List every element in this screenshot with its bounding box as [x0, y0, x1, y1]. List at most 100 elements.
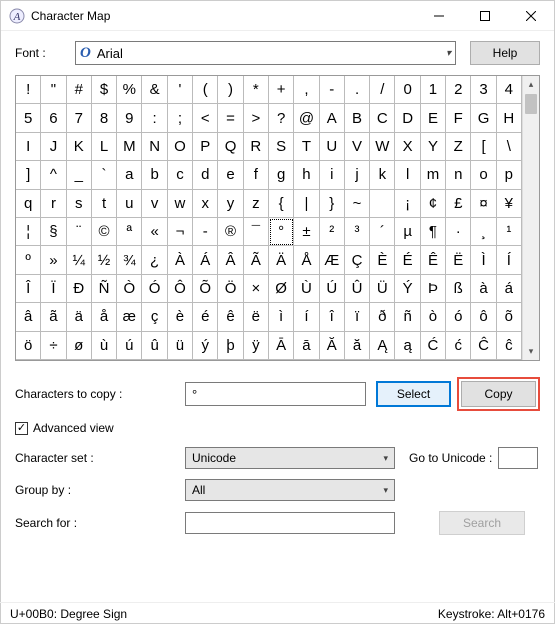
character-cell[interactable]: r: [41, 190, 66, 218]
character-cell[interactable]: °: [269, 218, 294, 246]
character-cell[interactable]: ą: [395, 332, 420, 360]
character-cell[interactable]: «: [142, 218, 167, 246]
character-cell[interactable]: é: [193, 303, 218, 331]
character-cell[interactable]: Ë: [446, 246, 471, 274]
character-cell[interactable]: ¬: [168, 218, 193, 246]
character-cell[interactable]: [: [471, 133, 496, 161]
character-cell[interactable]: }: [320, 190, 345, 218]
character-cell[interactable]: P: [193, 133, 218, 161]
character-cell[interactable]: Û: [345, 275, 370, 303]
character-cell[interactable]: m: [421, 161, 446, 189]
character-cell[interactable]: d: [193, 161, 218, 189]
character-cell[interactable]: ó: [446, 303, 471, 331]
character-cell[interactable]: â: [16, 303, 41, 331]
character-cell[interactable]: ^: [41, 161, 66, 189]
scroll-up-icon[interactable]: ▴: [523, 76, 539, 93]
character-cell[interactable]: ¯: [244, 218, 269, 246]
character-cell[interactable]: ¨: [67, 218, 92, 246]
character-cell[interactable]: N: [142, 133, 167, 161]
character-cell[interactable]: u: [117, 190, 142, 218]
character-cell[interactable]: ¼: [67, 246, 92, 274]
character-cell[interactable]: þ: [218, 332, 243, 360]
character-cell[interactable]: g: [269, 161, 294, 189]
character-cell[interactable]: Ā: [269, 332, 294, 360]
character-cell[interactable]: ï: [345, 303, 370, 331]
character-cell[interactable]: Q: [218, 133, 243, 161]
character-cell[interactable]: Â: [218, 246, 243, 274]
character-cell[interactable]: Ý: [395, 275, 420, 303]
character-cell[interactable]: ê: [218, 303, 243, 331]
character-cell[interactable]: É: [395, 246, 420, 274]
character-cell[interactable]: c: [168, 161, 193, 189]
character-cell[interactable]: `: [92, 161, 117, 189]
advanced-view-checkbox[interactable]: ✓: [15, 422, 28, 435]
character-cell[interactable]: ]: [16, 161, 41, 189]
character-cell[interactable]: -: [193, 218, 218, 246]
character-cell[interactable]: ©: [92, 218, 117, 246]
character-cell[interactable]: ù: [92, 332, 117, 360]
character-cell[interactable]: [370, 190, 395, 218]
character-cell[interactable]: ø: [67, 332, 92, 360]
character-cell[interactable]: ă: [345, 332, 370, 360]
character-cell[interactable]: E: [421, 104, 446, 132]
minimize-button[interactable]: [416, 1, 462, 31]
character-cell[interactable]: p: [497, 161, 522, 189]
character-cell[interactable]: 5: [16, 104, 41, 132]
character-cell[interactable]: h: [294, 161, 319, 189]
character-cell[interactable]: È: [370, 246, 395, 274]
character-cell[interactable]: ý: [193, 332, 218, 360]
scrollbar-track[interactable]: [523, 115, 539, 343]
character-cell[interactable]: Z: [446, 133, 471, 161]
character-cell[interactable]: F: [446, 104, 471, 132]
character-cell[interactable]: ô: [471, 303, 496, 331]
character-cell[interactable]: Þ: [421, 275, 446, 303]
character-cell[interactable]: ñ: [395, 303, 420, 331]
character-cell[interactable]: 1: [421, 76, 446, 104]
character-cell[interactable]: =: [218, 104, 243, 132]
character-cell[interactable]: H: [497, 104, 522, 132]
character-cell[interactable]: Ą: [370, 332, 395, 360]
character-set-select[interactable]: Unicode ▾: [185, 447, 395, 469]
character-cell[interactable]: ¶: [421, 218, 446, 246]
character-cell[interactable]: Ú: [320, 275, 345, 303]
goto-unicode-input[interactable]: [498, 447, 538, 469]
character-cell[interactable]: o: [471, 161, 496, 189]
character-cell[interactable]: ¡: [395, 190, 420, 218]
scroll-down-icon[interactable]: ▾: [523, 343, 539, 360]
character-cell[interactable]: à: [471, 275, 496, 303]
character-cell[interactable]: ú: [117, 332, 142, 360]
character-cell[interactable]: ĉ: [497, 332, 522, 360]
character-cell[interactable]: Í: [497, 246, 522, 274]
character-cell[interactable]: z: [244, 190, 269, 218]
character-cell[interactable]: ²: [320, 218, 345, 246]
character-cell[interactable]: ,: [294, 76, 319, 104]
character-cell[interactable]: ò: [421, 303, 446, 331]
character-cell[interactable]: ç: [142, 303, 167, 331]
character-cell[interactable]: <: [193, 104, 218, 132]
close-button[interactable]: [508, 1, 554, 31]
character-cell[interactable]: §: [41, 218, 66, 246]
character-cell[interactable]: æ: [117, 303, 142, 331]
character-cell[interactable]: ;: [168, 104, 193, 132]
character-cell[interactable]: y: [218, 190, 243, 218]
character-cell[interactable]: î: [320, 303, 345, 331]
character-cell[interactable]: D: [395, 104, 420, 132]
character-cell[interactable]: X: [395, 133, 420, 161]
character-cell[interactable]: K: [67, 133, 92, 161]
character-cell[interactable]: Ć: [421, 332, 446, 360]
character-cell[interactable]: Ö: [218, 275, 243, 303]
character-cell[interactable]: ³: [345, 218, 370, 246]
character-cell[interactable]: %: [117, 76, 142, 104]
character-cell[interactable]: ¤: [471, 190, 496, 218]
character-cell[interactable]: L: [92, 133, 117, 161]
character-cell[interactable]: º: [16, 246, 41, 274]
character-cell[interactable]: ¿: [142, 246, 167, 274]
character-cell[interactable]: ±: [294, 218, 319, 246]
character-cell[interactable]: Ã: [244, 246, 269, 274]
character-cell[interactable]: µ: [395, 218, 420, 246]
character-cell[interactable]: õ: [497, 303, 522, 331]
character-cell[interactable]: V: [345, 133, 370, 161]
character-cell[interactable]: Á: [193, 246, 218, 274]
character-cell[interactable]: Ì: [471, 246, 496, 274]
character-cell[interactable]: w: [168, 190, 193, 218]
